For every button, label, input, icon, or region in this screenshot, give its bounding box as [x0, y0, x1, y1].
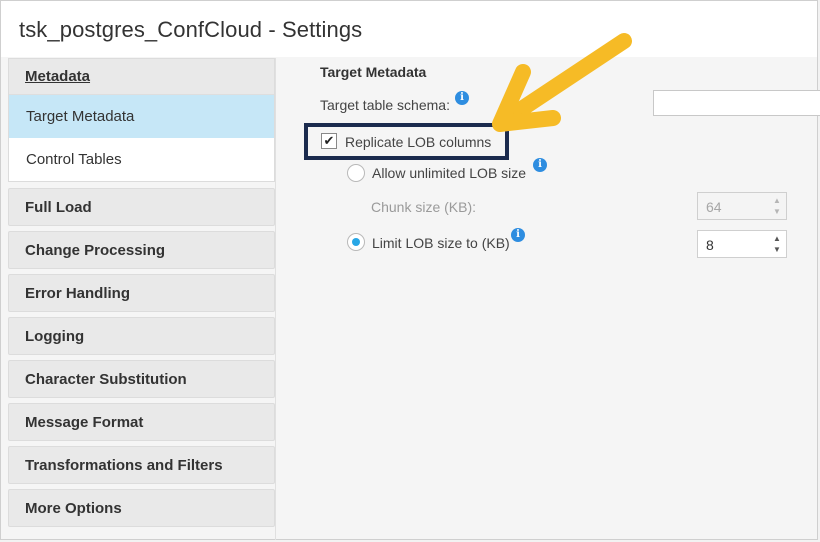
section-title: Target Metadata	[320, 64, 427, 80]
sidebar-item-transformations-and-filters[interactable]: Transformations and Filters	[8, 446, 275, 484]
sidebar-item-full-load[interactable]: Full Load	[8, 188, 275, 226]
limit-lob-stepper[interactable]: 8 ▲ ▼	[697, 230, 787, 258]
target-metadata-panel: Target Metadata Target table schema: i ✔…	[277, 58, 820, 540]
info-icon[interactable]: i	[455, 91, 469, 105]
sidebar-group-metadata: Metadata Target Metadata Control Tables	[8, 58, 275, 182]
info-icon[interactable]: i	[511, 228, 525, 242]
limit-lob-value: 8	[706, 237, 714, 253]
sidebar-item-more-options[interactable]: More Options	[8, 489, 275, 527]
sidebar-item-logging[interactable]: Logging	[8, 317, 275, 355]
target-table-schema-input[interactable]	[653, 90, 820, 116]
sidebar: Metadata Target Metadata Control Tables …	[8, 58, 275, 538]
sidebar-item-character-substitution[interactable]: Character Substitution	[8, 360, 275, 398]
sidebar-item-control-tables[interactable]: Control Tables	[9, 138, 274, 181]
sidebar-item-change-processing[interactable]: Change Processing	[8, 231, 275, 269]
sidebar-divider	[275, 58, 276, 540]
highlight-box	[304, 123, 509, 160]
sidebar-item-message-format[interactable]: Message Format	[8, 403, 275, 441]
radio-selected-dot	[352, 238, 360, 246]
title-bar: tsk_postgres_ConfCloud - Settings	[1, 1, 817, 57]
stepper-arrows-icon[interactable]: ▲ ▼	[772, 233, 782, 255]
chunk-size-stepper[interactable]: 64 ▲ ▼	[697, 192, 787, 220]
chunk-size-value: 64	[706, 199, 722, 215]
sidebar-item-target-metadata[interactable]: Target Metadata	[9, 95, 274, 138]
target-table-schema-label: Target table schema:	[320, 97, 450, 113]
window-title: tsk_postgres_ConfCloud - Settings	[19, 17, 363, 42]
limit-lob-radio[interactable]	[347, 233, 365, 251]
sidebar-group-metadata-header[interactable]: Metadata	[9, 59, 274, 95]
limit-lob-label: Limit LOB size to (KB)	[372, 235, 510, 251]
info-icon[interactable]: i	[533, 158, 547, 172]
stepper-arrows-icon[interactable]: ▲ ▼	[772, 195, 782, 217]
sidebar-group-metadata-label: Metadata	[25, 68, 91, 85]
allow-unlimited-lob-label: Allow unlimited LOB size	[372, 165, 527, 181]
settings-window: tsk_postgres_ConfCloud - Settings Metada…	[0, 0, 820, 540]
sidebar-item-error-handling[interactable]: Error Handling	[8, 274, 275, 312]
allow-unlimited-lob-radio[interactable]	[347, 164, 365, 182]
chunk-size-label: Chunk size (KB):	[371, 199, 477, 215]
